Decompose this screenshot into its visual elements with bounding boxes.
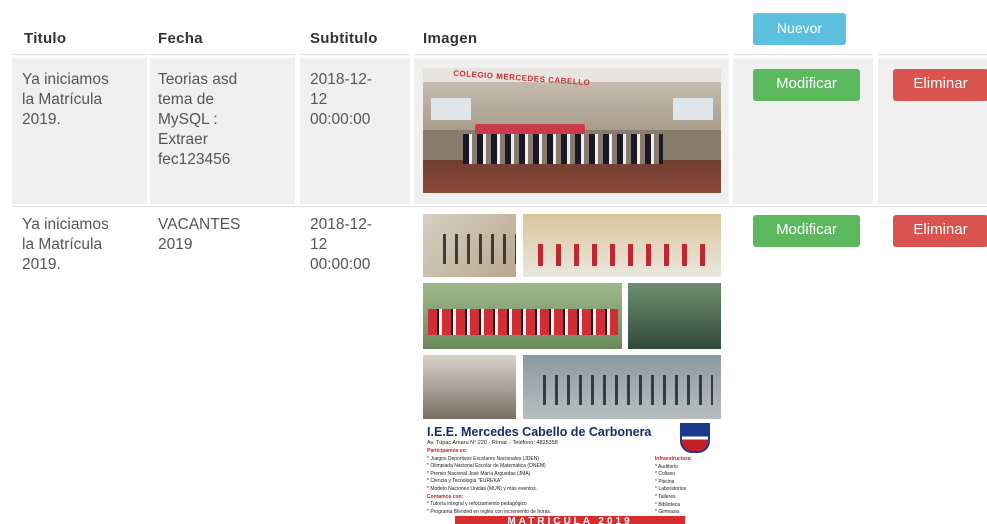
collage-photo [423, 283, 622, 349]
modify-button[interactable]: Modificar [753, 69, 860, 101]
delete-button[interactable]: Eliminar [893, 215, 987, 247]
header-divider [414, 54, 729, 55]
row1-fecha: Teorias asd tema de MySQL : Extraer fec1… [158, 71, 238, 168]
header-divider [150, 54, 295, 55]
row2-titulo: Ya iniciamos la Matrícula 2019. [22, 216, 109, 273]
flyer-banner: MATRÍCULA 2019 [455, 516, 685, 524]
header-fecha: Fecha [158, 30, 203, 47]
school-crest-icon [680, 423, 710, 453]
collage-photo [423, 355, 516, 419]
modify-button[interactable]: Modificar [753, 215, 860, 247]
flyer-list-left: Participamos en: * Juegos Deportivos Esc… [427, 448, 552, 515]
collage-photo [628, 283, 721, 349]
flyer-list-right: Infraestructura: * Auditorio * Coliseo *… [655, 456, 692, 516]
header-divider [12, 54, 147, 55]
row1-subtitulo: 2018-12- 12 00:00:00 [310, 71, 373, 128]
row1-image: COLEGIO MERCEDES CABELLO [423, 68, 721, 193]
collage-photo [523, 355, 721, 419]
header-subtitulo: Subtitulo [310, 30, 378, 47]
row2-subtitulo: 2018-12- 12 00:00:00 [310, 216, 373, 273]
row2-image: I.E.E. Mercedes Cabello de Carbonera Av.… [423, 214, 721, 524]
flyer-school-name: I.E.E. Mercedes Cabello de Carbonera [427, 425, 652, 439]
row1-titulo: Ya iniciamos la Matrícula 2019. [22, 71, 109, 128]
header-divider [300, 54, 410, 55]
new-button[interactable]: Nuevor [753, 13, 846, 45]
header-imagen: Imagen [423, 30, 478, 47]
header-titulo: Titulo [24, 30, 67, 47]
row2-fecha: VACANTES 2019 [158, 216, 241, 253]
flyer-address: Av. Túpac Amaru N° 220 - Rímac - Teléfon… [427, 440, 558, 446]
delete-button[interactable]: Eliminar [893, 69, 987, 101]
header-divider [878, 54, 987, 55]
header-divider [733, 54, 873, 55]
row-divider [12, 206, 987, 207]
collage-photo [523, 214, 721, 277]
collage-photo [423, 214, 516, 277]
